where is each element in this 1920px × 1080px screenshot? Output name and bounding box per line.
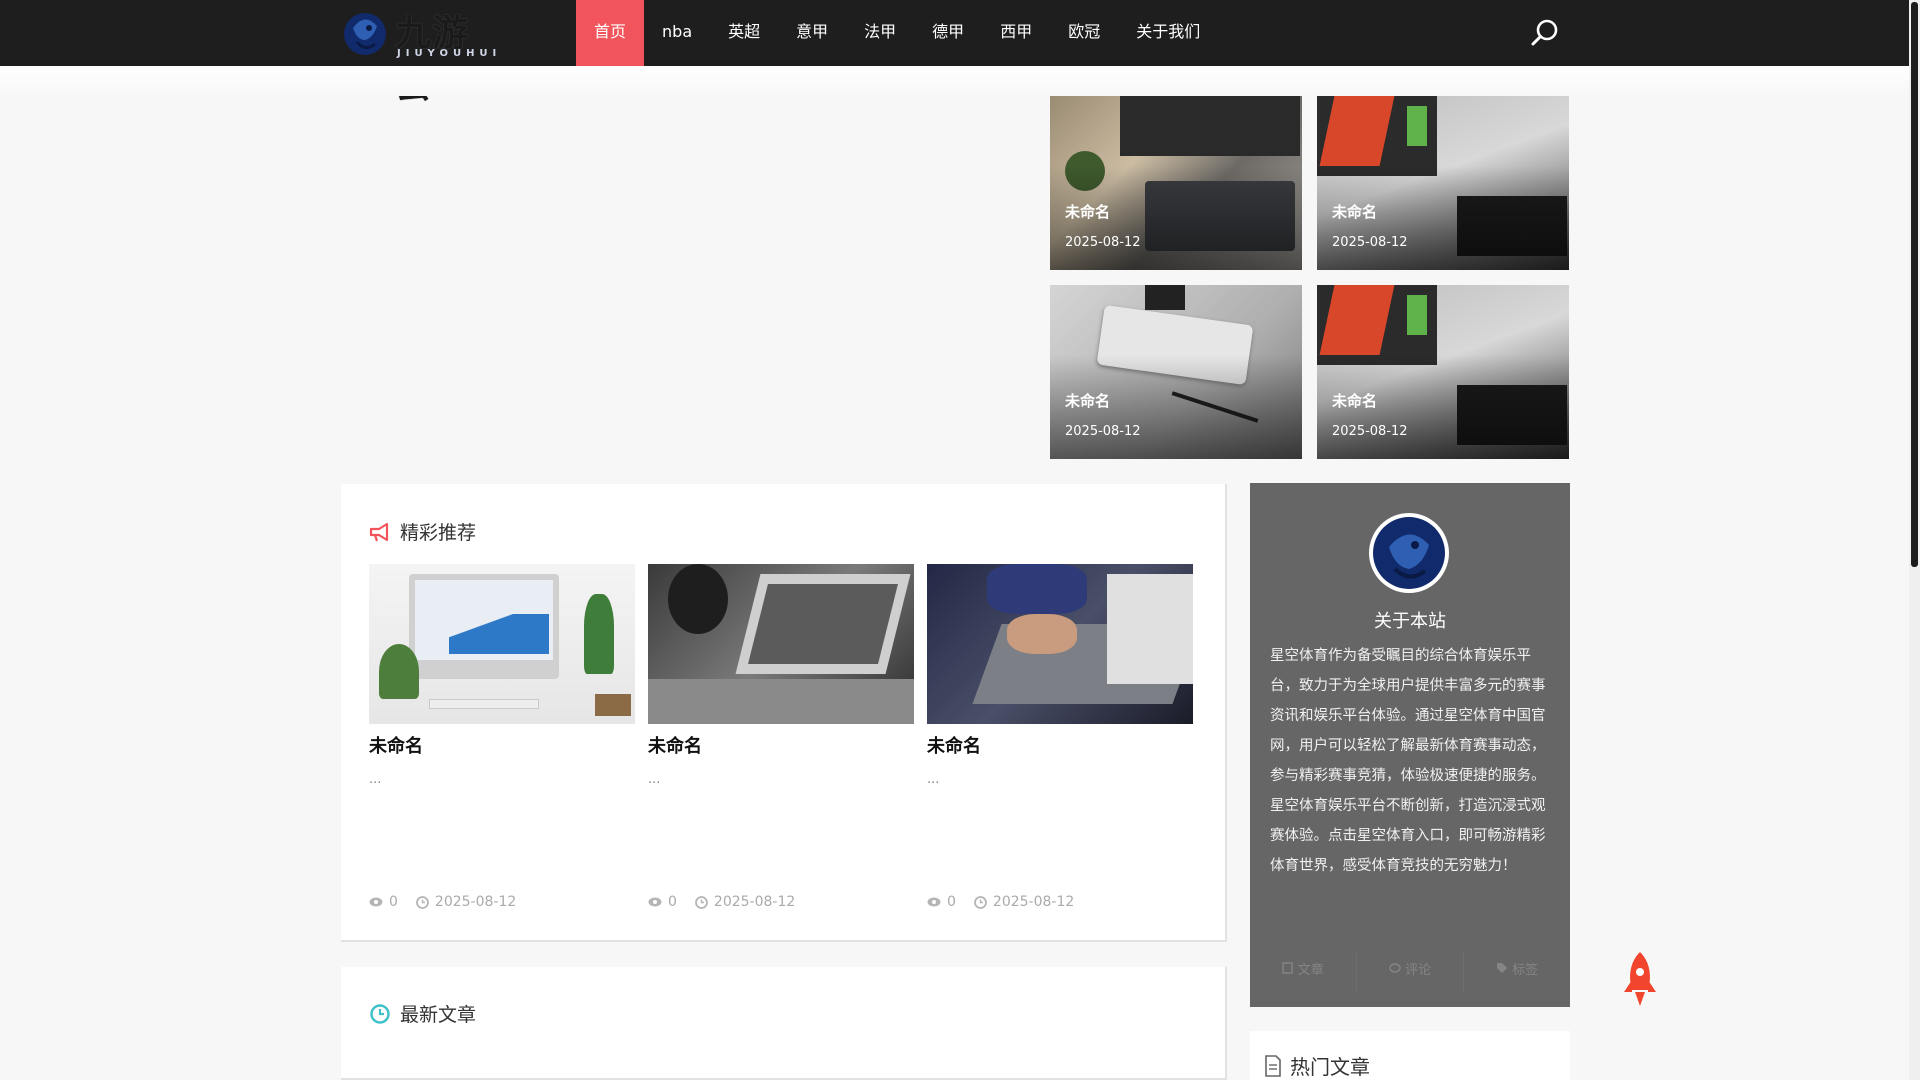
nav-item-ligue-1[interactable]: 法甲 [846,0,914,66]
logo-mark-icon [344,13,386,55]
nav-item-champions-league[interactable]: 欧冠 [1050,0,1118,66]
about-widget: 关于本站 星空体育作为备受瞩目的综合体育娱乐平台，致力于为全球用户提供丰富多元的… [1250,483,1570,1007]
avatar-image [1373,517,1445,589]
about-title: 关于本站 [1374,611,1446,632]
article-excerpt: ... [648,772,661,787]
about-stats-tabs: 文章 评论 标签 [1250,951,1570,991]
page-scrollbar[interactable] [1909,0,1920,1080]
hero-strip [0,66,1909,96]
panel-header: 热门文章 [1264,1051,1370,1080]
tab-label: 评论 [1405,963,1432,978]
tab-comments[interactable]: 评论 [1357,951,1464,991]
article-meta: 0 2025-08-12 [648,894,795,910]
nav-item-home[interactable]: 首页 [576,0,645,66]
featured-post[interactable]: 未命名 2025-08-12 [1317,96,1569,270]
featured-title[interactable]: 未命名 [1332,390,1377,411]
site-logo[interactable]: 九游会 JIUYOUHUI [343,4,503,106]
hot-articles-widget: 热门文章 [1250,1031,1570,1080]
article-meta: 0 2025-08-12 [927,894,1074,910]
article-excerpt: ... [369,772,382,787]
view-count: 0 [389,894,398,910]
featured-post[interactable]: 未命名 2025-08-12 [1317,285,1569,459]
article-date: 2025-08-12 [713,894,796,910]
document-icon [1265,1054,1281,1077]
article-card: 未命名 ... 0 2025-08-12 [648,564,914,910]
featured-post[interactable]: 未命名 2025-08-12 [1050,285,1302,459]
featured-date: 2025-08-12 [1332,235,1408,250]
featured-date: 2025-08-12 [1065,235,1141,250]
comment-icon [1389,963,1401,973]
tab-tags[interactable]: 标签 [1464,951,1570,991]
panel-header: 最新文章 [369,1000,476,1027]
featured-date: 2025-08-12 [1332,424,1408,439]
article-title[interactable]: 未命名 [369,732,635,758]
eye-icon [927,897,941,907]
clock-icon [695,895,708,909]
latest-panel: 最新文章 [341,967,1227,1080]
article-date: 2025-08-12 [434,894,517,910]
view-count: 0 [668,894,677,910]
view-count: 0 [947,894,956,910]
eye-icon [648,897,662,907]
panel-title: 精彩推荐 [400,522,477,544]
tab-articles[interactable]: 文章 [1250,951,1357,991]
nav-item-premier-league[interactable]: 英超 [710,0,778,66]
file-icon [1282,962,1294,974]
panel-title: 热门文章 [1290,1055,1370,1079]
avatar [1369,513,1449,593]
megaphone-icon [369,522,389,541]
nav-item-la-liga[interactable]: 西甲 [982,0,1050,66]
clock-icon [974,895,987,909]
rocket-icon[interactable] [1620,950,1660,1010]
article-thumbnail[interactable] [369,564,635,724]
scrollbar-thumb[interactable] [1911,2,1918,567]
featured-title[interactable]: 未命名 [1332,201,1377,222]
article-title[interactable]: 未命名 [648,732,914,758]
nav-item-about-us[interactable]: 关于我们 [1118,0,1218,66]
tab-label: 标签 [1512,963,1539,978]
article-thumbnail[interactable] [927,564,1193,724]
clock-icon [370,1003,390,1024]
clock-icon [416,895,429,909]
main-nav: 首页 nba 英超 意甲 法甲 德甲 西甲 欧冠 关于我们 [576,0,1218,66]
panel-title: 最新文章 [400,1004,477,1026]
article-thumbnail[interactable] [648,564,914,724]
article-card: 未命名 ... 0 2025-08-12 [369,564,635,910]
featured-date: 2025-08-12 [1065,424,1141,439]
about-description: 星空体育作为备受瞩目的综合体育娱乐平台，致力于为全球用户提供丰富多元的赛事资讯和… [1270,648,1546,874]
article-card: 未命名 ... 0 2025-08-12 [927,564,1193,910]
logo-subtext: JIUYOUHUI [397,48,502,59]
panel-header: 精彩推荐 [369,518,476,545]
tab-label: 文章 [1297,963,1324,978]
article-meta: 0 2025-08-12 [369,894,516,910]
recommended-panel: 精彩推荐 未命名 ... 0 2025-08-12 未命名 ... 0 2025… [341,484,1227,942]
nav-item-serie-a[interactable]: 意甲 [778,0,846,66]
search-icon[interactable] [1530,18,1560,48]
nav-item-nba[interactable]: nba [644,0,710,66]
article-excerpt: ... [927,772,940,787]
featured-post[interactable]: 未命名 2025-08-12 [1050,96,1302,270]
featured-title[interactable]: 未命名 [1065,390,1110,411]
top-navbar: 九游会 JIUYOUHUI 首页 nba 英超 意甲 法甲 德甲 西甲 欧冠 关… [0,0,1909,106]
tag-icon [1496,963,1507,973]
article-title[interactable]: 未命名 [927,732,1193,758]
eye-icon [369,897,383,907]
article-date: 2025-08-12 [992,894,1075,910]
nav-item-bundesliga[interactable]: 德甲 [914,0,982,66]
featured-title[interactable]: 未命名 [1065,201,1110,222]
